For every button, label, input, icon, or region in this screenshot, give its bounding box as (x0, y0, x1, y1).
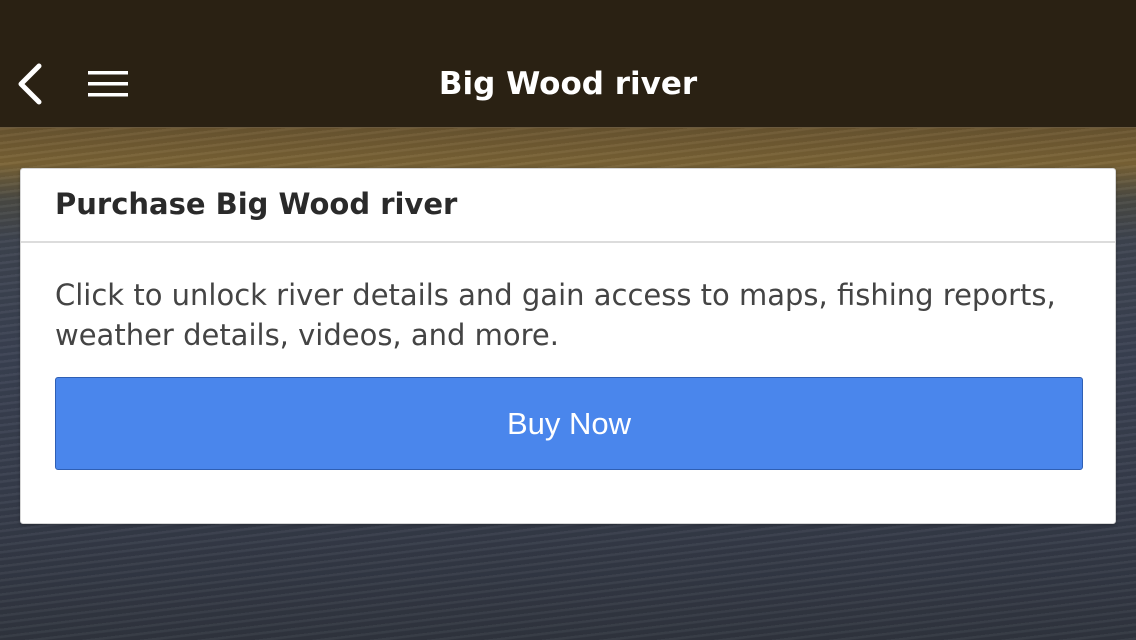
back-button[interactable] (10, 62, 50, 106)
purchase-card: Purchase Big Wood river Click to unlock … (20, 168, 1116, 524)
app-screen: Big Wood river Purchase Big Wood river C… (0, 0, 1136, 640)
buy-now-button[interactable]: Buy Now (55, 377, 1083, 470)
card-description: Click to unlock river details and gain a… (55, 278, 1056, 352)
card-title: Purchase Big Wood river (55, 187, 458, 221)
card-header: Purchase Big Wood river (21, 169, 1115, 243)
hamburger-menu-icon (88, 71, 128, 97)
page-title: Big Wood river (438, 66, 698, 102)
navigation-bar: Big Wood river (0, 0, 1136, 128)
chevron-left-icon (18, 63, 42, 105)
menu-button[interactable] (86, 64, 130, 104)
